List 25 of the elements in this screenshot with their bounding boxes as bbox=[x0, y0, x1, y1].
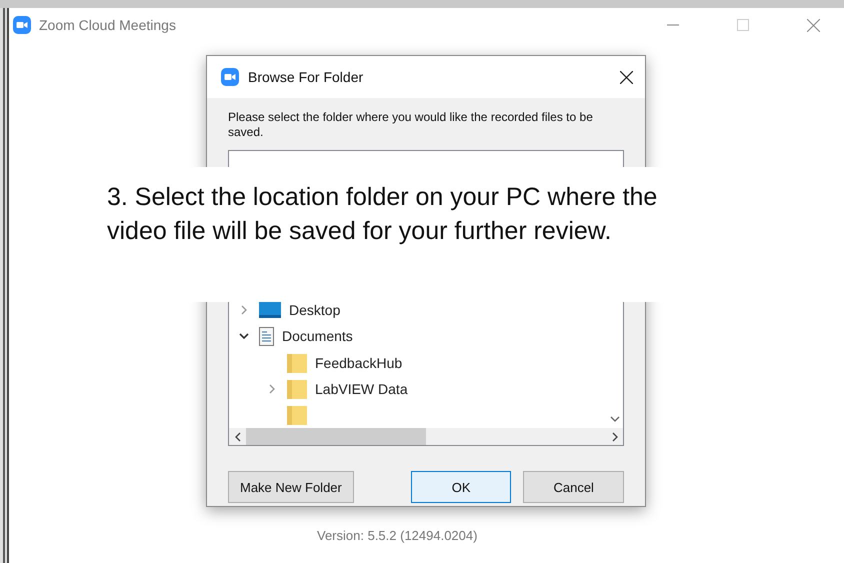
version-text: Version: 5.5.2 (12494.0204) bbox=[317, 528, 478, 543]
folder-icon bbox=[287, 404, 307, 425]
folder-label[interactable]: Desktop bbox=[289, 302, 340, 318]
dialog-message: Please select the folder where you would like the recorded files to be saved. bbox=[228, 110, 594, 140]
close-icon[interactable] bbox=[620, 70, 633, 84]
window-title: Zoom Cloud Meetings bbox=[39, 17, 177, 33]
dialog-button[interactable]: Cancel bbox=[523, 471, 624, 503]
chevron-right-icon[interactable] bbox=[612, 432, 618, 442]
document-icon bbox=[259, 326, 274, 346]
folder-label[interactable]: LabVIEW Data bbox=[315, 380, 408, 397]
folder-label[interactable]: FeedbackHub bbox=[315, 354, 402, 370]
dialog-button[interactable]: OK bbox=[410, 471, 512, 503]
minimize-icon[interactable] bbox=[667, 24, 679, 26]
folder-icon bbox=[287, 378, 307, 399]
desktop-icon bbox=[259, 301, 281, 320]
dialog-button[interactable]: Make New Folder bbox=[228, 471, 354, 503]
chevron-left-icon[interactable] bbox=[234, 432, 240, 442]
chevron-down-icon[interactable] bbox=[610, 416, 620, 422]
folder-icon bbox=[287, 352, 307, 372]
folder-label[interactable]: Documents bbox=[282, 328, 353, 344]
camera-icon bbox=[13, 16, 31, 34]
dialog-title: Browse For Folder bbox=[248, 69, 364, 85]
camera-icon bbox=[221, 68, 239, 86]
chevron-down-icon[interactable] bbox=[239, 333, 249, 340]
horizontal-scrollbar[interactable] bbox=[229, 428, 623, 445]
